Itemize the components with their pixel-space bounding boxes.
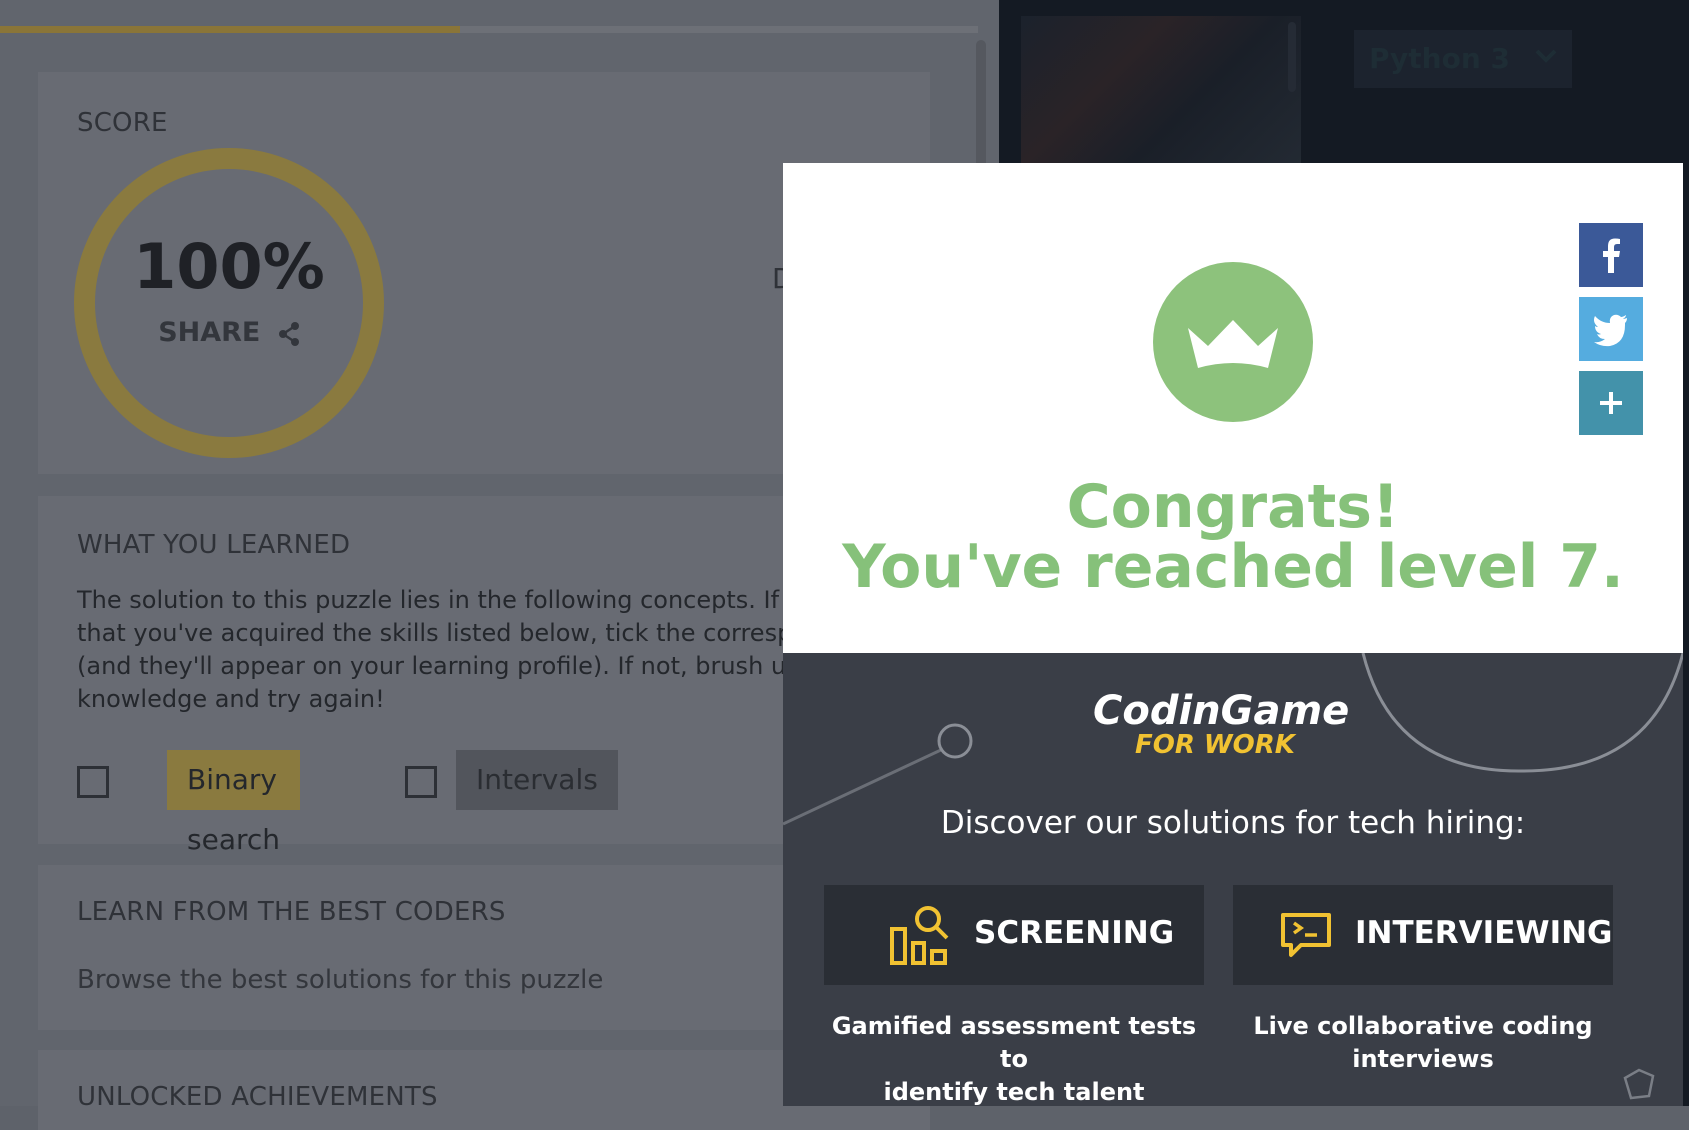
- score-ring: [74, 148, 384, 458]
- interviewing-button[interactable]: INTERVIEWING: [1233, 885, 1613, 985]
- editor-scrollbar[interactable]: [1288, 22, 1296, 92]
- scrollbar[interactable]: [976, 40, 986, 180]
- puzzle-image: [1021, 16, 1301, 166]
- crown-icon: [1188, 320, 1278, 368]
- facebook-share-button[interactable]: [1579, 223, 1643, 287]
- interviewing-desc-line: interviews: [1352, 1045, 1494, 1073]
- best-coders-title: LEARN FROM THE BEST CODERS: [77, 897, 506, 927]
- plus-icon: [1600, 392, 1622, 414]
- brand-name: CodinGame: [1093, 688, 1350, 734]
- best-solutions-link[interactable]: Browse the best solutions for this puzzl…: [77, 965, 603, 995]
- congrats-level: You've reached level 7.: [842, 532, 1624, 602]
- interviewing-description: Live collaborative coding interviews: [1233, 1010, 1613, 1076]
- score-value: 100%: [133, 230, 325, 303]
- screening-desc-line: identify tech talent: [883, 1078, 1145, 1106]
- achievements-title: UNLOCKED ACHIEVEMENTS: [77, 1082, 438, 1112]
- language-value: Python 3: [1369, 42, 1511, 75]
- codingame-for-work-logo: CodinGame FOR WORK: [1093, 690, 1373, 758]
- pentagon-icon: [1623, 1068, 1655, 1100]
- language-select[interactable]: Python 3: [1354, 30, 1572, 88]
- discover-heading: Discover our solutions for tech hiring:: [940, 805, 1526, 841]
- congrats-title: Congrats!: [1066, 472, 1400, 542]
- progress-bar-fill: [0, 26, 460, 33]
- screening-description: Gamified assessment tests to identify te…: [824, 1010, 1204, 1106]
- twitter-share-button[interactable]: [1579, 297, 1643, 361]
- concept-tag-binary-search[interactable]: Binary search: [167, 750, 301, 856]
- screening-button[interactable]: SCREENING: [824, 885, 1204, 985]
- share-icon: [278, 321, 299, 346]
- level-up-modal: Congrats! You've reached level 7.: [783, 163, 1683, 653]
- screening-label: SCREENING: [974, 915, 1175, 951]
- more-share-button[interactable]: [1579, 371, 1643, 435]
- screening-desc-line: Gamified assessment tests to: [831, 1012, 1197, 1073]
- crown-badge: [1153, 262, 1313, 422]
- interviewing-icon: [1281, 913, 1331, 957]
- share-label: SHARE: [158, 317, 261, 348]
- chevron-down-icon: [1535, 49, 1557, 63]
- twitter-icon: [1594, 314, 1627, 347]
- codingame-for-work-promo: CodinGame FOR WORK Discover our solution…: [783, 653, 1683, 1106]
- interviewing-desc-line: Live collaborative coding: [1253, 1012, 1593, 1040]
- facebook-icon: [1603, 238, 1620, 273]
- brand-subtitle: FOR WORK: [1135, 730, 1295, 760]
- screening-icon: [890, 906, 949, 965]
- share-button[interactable]: SHARE: [74, 317, 384, 348]
- intervals-checkbox[interactable]: [405, 766, 437, 798]
- concept-tag-intervals[interactable]: Intervals: [456, 750, 618, 810]
- learned-title: WHAT YOU LEARNED: [77, 530, 351, 560]
- progress-bar: [0, 26, 978, 33]
- score-title: SCORE: [77, 108, 168, 138]
- interviewing-label: INTERVIEWING: [1355, 915, 1613, 951]
- binary-search-checkbox[interactable]: [77, 766, 109, 798]
